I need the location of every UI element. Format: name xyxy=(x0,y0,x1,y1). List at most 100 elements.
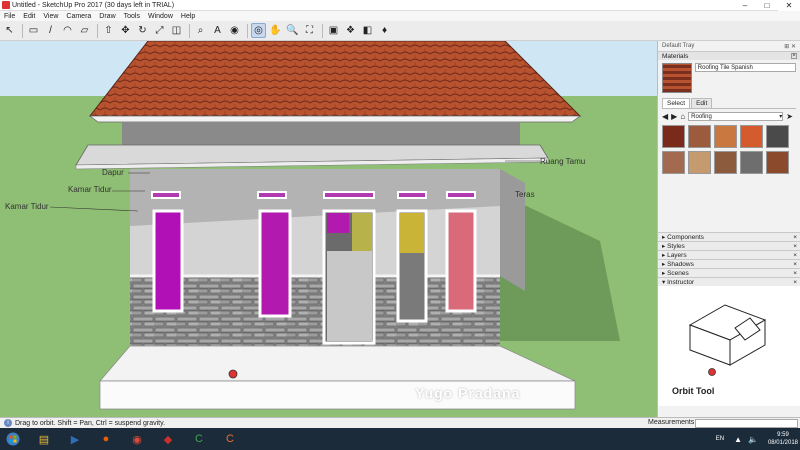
network-icon[interactable]: ▲ xyxy=(734,435,742,444)
panel-close-icon[interactable]: × xyxy=(793,261,797,268)
push-pull-icon[interactable]: ⇧ xyxy=(101,23,116,38)
panel-close-icon[interactable]: × xyxy=(793,234,797,241)
measurements-input[interactable] xyxy=(695,419,798,428)
panel-styles[interactable]: ▸ Styles × xyxy=(658,241,800,250)
tray-pin-icon[interactable]: ⊞ ✕ xyxy=(784,43,796,50)
arc-icon[interactable]: ◠ xyxy=(60,23,75,38)
warehouse-icon[interactable]: ▣ xyxy=(326,23,341,38)
ruby-console-icon[interactable]: ♦ xyxy=(377,23,392,38)
material-swatch[interactable] xyxy=(766,125,789,148)
language-indicator[interactable]: EN xyxy=(716,436,724,442)
clock-time: 9:59 xyxy=(777,432,789,438)
panel-shadows[interactable]: ▸ Shadows × xyxy=(658,259,800,268)
materials-tabs: Select Edit xyxy=(662,98,796,109)
offset-icon[interactable]: ◫ xyxy=(169,23,184,38)
window-yellow-pane xyxy=(400,213,424,253)
side-wall xyxy=(500,169,525,291)
clock[interactable]: 9:59 08/01/2018 xyxy=(768,431,798,447)
home-icon[interactable]: ⌂ xyxy=(680,112,685,121)
menu-window[interactable]: Window xyxy=(144,13,177,20)
tray-panels: ▸ Components × ▸ Styles × ▸ Layers × ▸ Shadows… xyxy=(658,232,800,286)
label-kamar-tidur-2: Kamar Tidur xyxy=(5,202,49,211)
label-ruang-tamu: Ruang Tamu xyxy=(540,157,586,166)
close-icon[interactable]: ✕ xyxy=(778,0,800,11)
material-swatch[interactable] xyxy=(662,125,685,148)
tape-measure-icon[interactable]: ⌕ xyxy=(193,23,208,38)
material-swatch[interactable] xyxy=(688,151,711,174)
text-icon[interactable]: A xyxy=(210,23,225,38)
menu-draw[interactable]: Draw xyxy=(95,13,119,20)
maximize-icon[interactable]: □ xyxy=(756,0,778,11)
firefox-icon[interactable]: ● xyxy=(92,429,120,449)
material-swatch[interactable] xyxy=(766,151,789,174)
watermark: Yugo Pradana xyxy=(415,385,521,401)
paint-bucket-icon[interactable]: ◉ xyxy=(227,23,242,38)
material-swatch[interactable] xyxy=(662,151,685,174)
back-arrow-icon[interactable]: ◀ xyxy=(662,112,668,121)
tab-edit[interactable]: Edit xyxy=(691,98,713,108)
panel-close-icon[interactable]: × xyxy=(793,252,797,259)
material-name-field[interactable]: Roofing Tile Spanish xyxy=(694,63,796,72)
orbit-icon[interactable]: ◎ xyxy=(251,23,266,38)
zoom-icon[interactable]: 🔍 xyxy=(285,23,300,38)
menu-camera[interactable]: Camera xyxy=(62,13,95,20)
details-arrow-icon[interactable]: ➤ xyxy=(786,112,793,121)
camtasia-orange-icon[interactable]: C xyxy=(216,429,244,449)
window-controls: – □ ✕ xyxy=(734,0,800,11)
menu-edit[interactable]: Edit xyxy=(19,13,39,20)
file-explorer-icon[interactable]: ▤ xyxy=(30,429,58,449)
menu-help[interactable]: Help xyxy=(177,13,199,20)
move-icon[interactable]: ✥ xyxy=(118,23,133,38)
tray-header: Default Tray ⊞ ✕ xyxy=(658,41,800,51)
material-swatch[interactable] xyxy=(688,125,711,148)
menu-view[interactable]: View xyxy=(39,13,62,20)
windows-taskbar: ▤ ▶ ● ◉ ◆ C C EN ▲ 🔈 9:59 08/01/2018 xyxy=(0,428,800,450)
layout-icon[interactable]: ◧ xyxy=(360,23,375,38)
volume-icon[interactable]: 🔈 xyxy=(748,435,758,444)
toolbar-separator xyxy=(247,23,248,38)
instructor-panel: Orbit Tool xyxy=(658,286,800,406)
model-viewport[interactable]: Dapur Kamar Tidur Kamar Tidur Ruang Tamu… xyxy=(0,41,657,417)
start-button[interactable] xyxy=(0,429,26,449)
rotate-icon[interactable]: ↻ xyxy=(135,23,150,38)
forward-arrow-icon[interactable]: ▶ xyxy=(671,112,677,121)
material-swatch[interactable] xyxy=(714,125,737,148)
panel-components[interactable]: ▸ Components × xyxy=(658,232,800,241)
rectangle-icon[interactable]: ▱ xyxy=(77,23,92,38)
panel-close-icon[interactable]: × xyxy=(791,53,797,59)
scale-icon[interactable]: ⤢ xyxy=(152,23,167,38)
eraser-icon[interactable]: ▭ xyxy=(26,23,41,38)
menu-tools[interactable]: Tools xyxy=(120,13,144,20)
panel-instructor[interactable]: ▾ Instructor × xyxy=(658,277,800,286)
library-select[interactable]: Roofing ▾ xyxy=(688,112,784,121)
panel-close-icon[interactable]: × xyxy=(793,279,797,286)
pan-icon[interactable]: ✋ xyxy=(268,23,283,38)
info-icon[interactable]: i xyxy=(4,419,12,427)
roof xyxy=(88,41,582,117)
current-material-swatch[interactable] xyxy=(662,63,692,93)
chrome-icon[interactable]: ◉ xyxy=(123,429,151,449)
extension-warehouse-icon[interactable]: ❖ xyxy=(343,23,358,38)
window-title: Untitled - SketchUp Pro 2017 (30 days le… xyxy=(12,1,175,9)
zoom-extents-icon[interactable]: ⛶ xyxy=(302,23,317,38)
media-player-icon[interactable]: ▶ xyxy=(61,429,89,449)
label-teras: Teras xyxy=(515,190,535,199)
panel-label: Components xyxy=(667,234,704,241)
material-swatch[interactable] xyxy=(740,125,763,148)
line-icon[interactable]: / xyxy=(43,23,58,38)
material-swatch[interactable] xyxy=(740,151,763,174)
camtasia-green-icon[interactable]: C xyxy=(185,429,213,449)
label-dapur: Dapur xyxy=(102,168,124,177)
material-swatch[interactable] xyxy=(714,151,737,174)
sketchup-icon[interactable]: ◆ xyxy=(154,429,182,449)
panel-layers[interactable]: ▸ Layers × xyxy=(658,250,800,259)
panel-close-icon[interactable]: × xyxy=(793,270,797,277)
tab-select[interactable]: Select xyxy=(662,98,691,108)
select-arrow-icon[interactable]: ↖ xyxy=(2,23,17,38)
panel-scenes[interactable]: ▸ Scenes × xyxy=(658,268,800,277)
materials-panel-header[interactable]: Materials × xyxy=(658,51,800,60)
panel-close-icon[interactable]: × xyxy=(793,243,797,250)
stone-wall xyxy=(130,276,500,346)
minimize-icon[interactable]: – xyxy=(734,0,756,11)
menu-file[interactable]: File xyxy=(0,13,19,20)
